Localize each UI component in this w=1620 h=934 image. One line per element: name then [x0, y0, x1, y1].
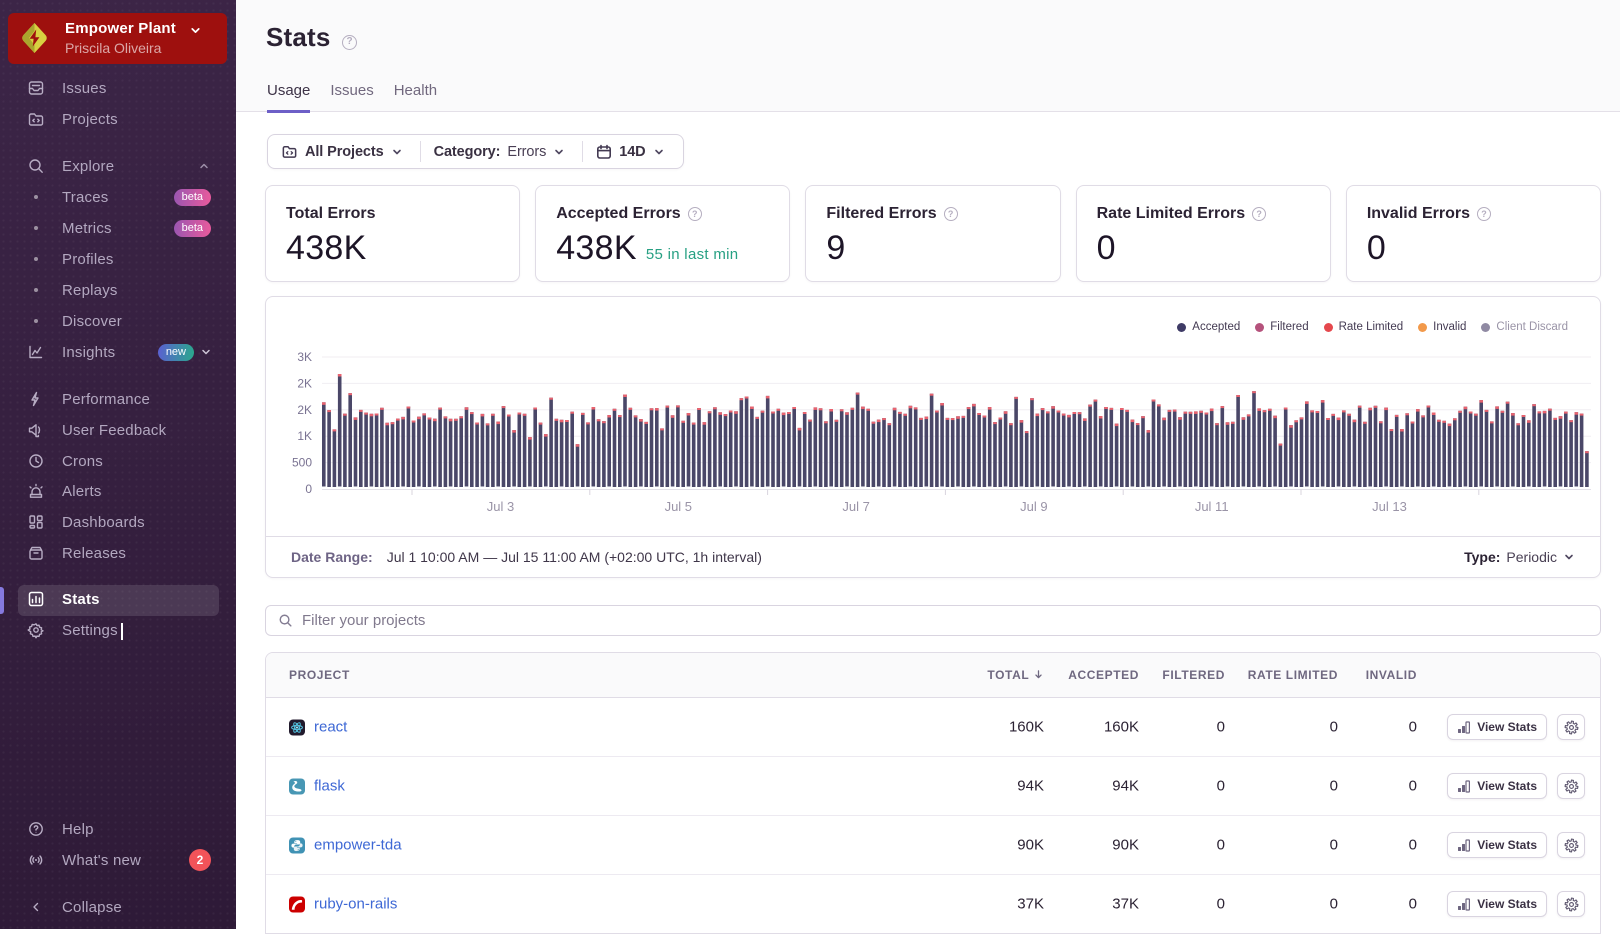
svg-text:Jul 9: Jul 9	[1020, 499, 1047, 514]
svg-text:Jul 3: Jul 3	[487, 499, 514, 514]
svg-text:Jul 13: Jul 13	[1372, 499, 1407, 514]
svg-text:Jul 5: Jul 5	[665, 499, 692, 514]
svg-text:3K: 3K	[297, 350, 312, 364]
svg-text:Jul 11: Jul 11	[1195, 499, 1229, 514]
svg-text:2K: 2K	[297, 376, 312, 390]
svg-text:500: 500	[292, 456, 312, 470]
svg-text:0: 0	[305, 482, 312, 496]
svg-text:Jul 7: Jul 7	[842, 499, 869, 514]
svg-text:1K: 1K	[297, 429, 312, 443]
svg-text:2K: 2K	[297, 403, 312, 417]
